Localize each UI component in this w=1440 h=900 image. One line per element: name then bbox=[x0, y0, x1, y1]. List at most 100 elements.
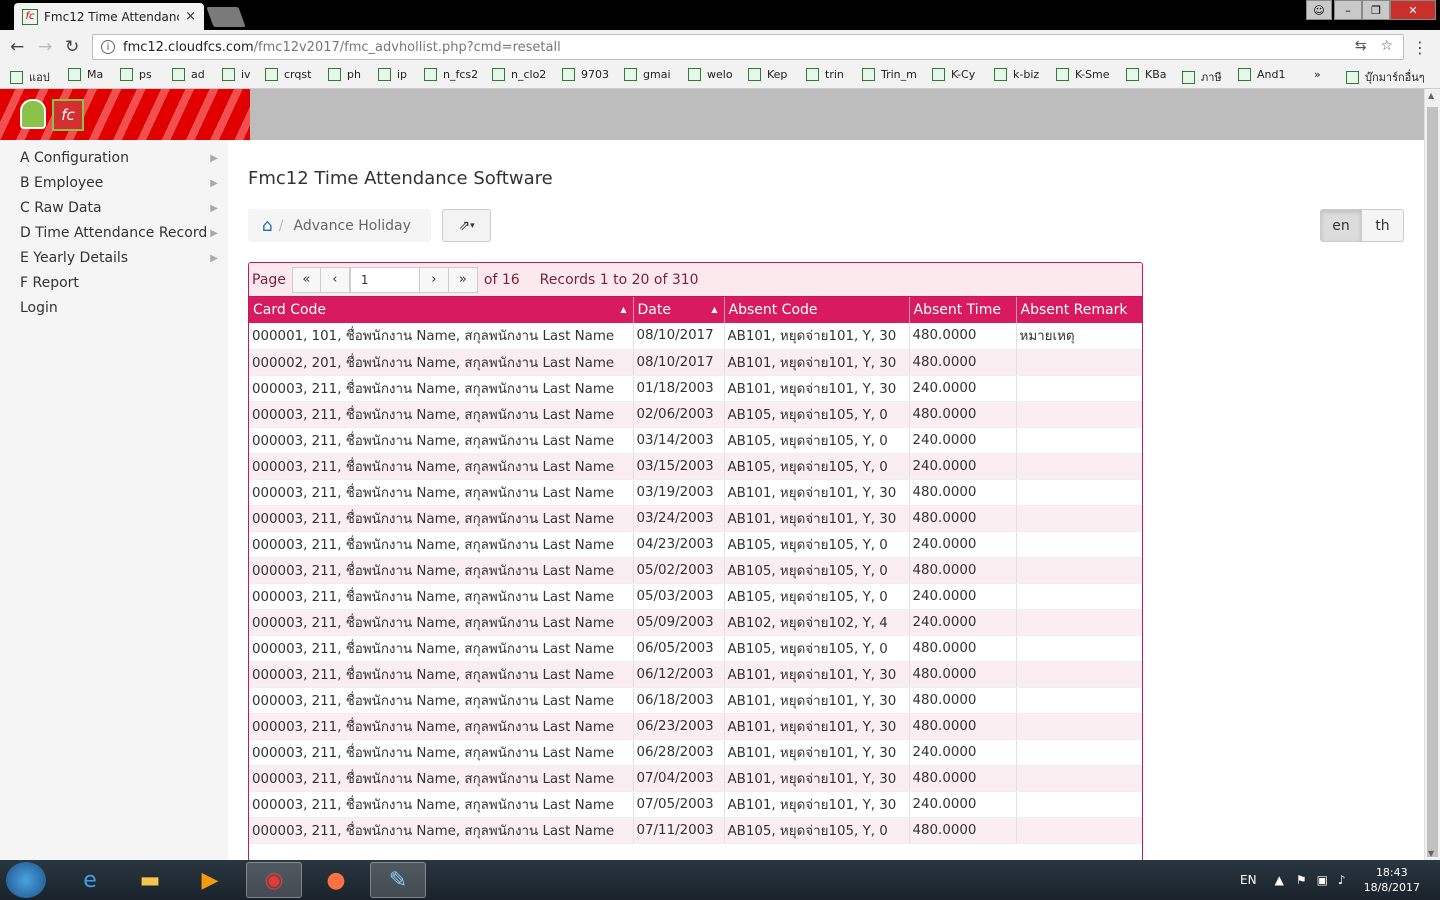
action-center-icon[interactable]: ⚑ bbox=[1296, 873, 1307, 887]
table-row[interactable]: 000001, 101, ชื่อพนักงาน Name, สกุลพนักง… bbox=[249, 323, 1142, 350]
reload-icon[interactable]: ↻ bbox=[65, 37, 79, 57]
bookmark-item[interactable]: n_clo2 bbox=[492, 68, 546, 81]
table-row[interactable]: 000003, 211, ชื่อพนักงาน Name, สกุลพนักง… bbox=[249, 531, 1142, 558]
scroll-down-icon[interactable]: ▼ bbox=[1428, 849, 1434, 858]
table-row[interactable]: 000003, 211, ชื่อพนักงาน Name, สกุลพนักง… bbox=[249, 427, 1142, 454]
next-page-button[interactable]: › bbox=[419, 266, 449, 293]
window-close-icon[interactable]: ✕ bbox=[1390, 0, 1436, 20]
table-row[interactable]: 000003, 211, ชื่อพนักงาน Name, สกุลพนักง… bbox=[249, 739, 1142, 766]
table-row[interactable]: 000003, 211, ชื่อพนักงาน Name, สกุลพนักง… bbox=[249, 401, 1142, 428]
table-row[interactable]: 000003, 211, ชื่อพนักงาน Name, สกุลพนักง… bbox=[249, 453, 1142, 480]
table-row[interactable]: 000003, 211, ชื่อพนักงาน Name, สกุลพนักง… bbox=[249, 505, 1142, 532]
internet-explorer-icon[interactable]: e bbox=[62, 862, 118, 898]
table-row[interactable]: 000003, 211, ชื่อพนักงาน Name, สกุลพนักง… bbox=[249, 375, 1142, 402]
bookmark-item[interactable]: welo bbox=[688, 68, 733, 81]
media-player-icon[interactable]: ▶ bbox=[182, 862, 238, 898]
bookmark-item[interactable]: Kep bbox=[748, 68, 787, 81]
page-scrollbar[interactable]: ▲ ▼ bbox=[1424, 89, 1440, 860]
sidebar-item-label: E Yearly Details bbox=[20, 250, 129, 266]
column-absent-time[interactable]: Absent Time bbox=[909, 297, 1017, 323]
scroll-up-icon[interactable]: ▲ bbox=[1428, 91, 1434, 100]
bookmark-item[interactable]: KBa bbox=[1126, 68, 1167, 81]
scroll-thumb[interactable] bbox=[1427, 107, 1438, 857]
bookmark-item[interactable]: ภาษี bbox=[1182, 68, 1222, 86]
bookmark-item[interactable]: ps bbox=[120, 68, 152, 81]
browser-menu-icon[interactable]: ⋮ bbox=[1412, 38, 1428, 57]
table-row[interactable]: 000003, 211, ชื่อพนักงาน Name, สกุลพนักง… bbox=[249, 713, 1142, 740]
forward-icon[interactable]: → bbox=[38, 37, 52, 57]
table-row[interactable]: 000003, 211, ชื่อพนักงาน Name, สกุลพนักง… bbox=[249, 635, 1142, 662]
site-info-icon[interactable]: i bbox=[101, 40, 115, 54]
input-language[interactable]: EN bbox=[1240, 873, 1257, 887]
url-input[interactable]: i fmc12.cloudfcs.com/fmc12v2017/fmc_advh… bbox=[92, 34, 1404, 60]
bookmark-item[interactable]: crqst bbox=[265, 68, 311, 81]
bookmark-item[interactable]: gmai bbox=[624, 68, 671, 81]
translate-icon[interactable]: ⇆ bbox=[1355, 38, 1367, 54]
bookmark-item[interactable]: And1 bbox=[1238, 68, 1285, 81]
table-row[interactable]: 000003, 211, ชื่อพนักงาน Name, สกุลพนักง… bbox=[249, 817, 1142, 844]
bookmark-item[interactable]: trin bbox=[806, 68, 844, 81]
table-cell: AB101, หยุดจ่าย101, Y, 30 bbox=[724, 375, 910, 402]
bookmark-item[interactable]: Trin_m bbox=[862, 68, 917, 81]
bookmark-item[interactable]: Ma bbox=[68, 68, 103, 81]
home-icon[interactable]: ⌂ bbox=[262, 216, 273, 236]
bookmark-item[interactable]: ip bbox=[378, 68, 407, 81]
bookmark-item[interactable]: n_fcs2 bbox=[424, 68, 478, 81]
bookmark-item[interactable]: k-biz bbox=[994, 68, 1039, 81]
sidebar-item-raw-data[interactable]: C Raw Data ▶ bbox=[20, 197, 220, 219]
tab-close-icon[interactable]: × bbox=[185, 9, 196, 24]
bookmark-item[interactable]: iv bbox=[222, 68, 251, 81]
network-icon[interactable]: ▣ bbox=[1317, 873, 1328, 887]
bookmark-item[interactable]: ad bbox=[172, 68, 205, 81]
tray-expand-icon[interactable]: ▲ bbox=[1275, 873, 1284, 887]
table-row[interactable]: 000003, 211, ชื่อพนักงาน Name, สกุลพนักง… bbox=[249, 661, 1142, 688]
column-card-code[interactable]: Card Code ▲ bbox=[249, 297, 634, 323]
bookmark-item[interactable]: ph bbox=[328, 68, 361, 81]
column-absent-code[interactable]: Absent Code bbox=[724, 297, 910, 323]
lang-th-button[interactable]: th bbox=[1362, 209, 1404, 242]
page-number-input[interactable]: 1 bbox=[349, 266, 420, 293]
table-row[interactable]: 000003, 211, ชื่อพนักงาน Name, สกุลพนักง… bbox=[249, 583, 1142, 610]
minimize-icon[interactable]: – bbox=[1334, 0, 1362, 20]
windows-start-icon[interactable] bbox=[6, 862, 46, 898]
firefox-icon[interactable]: ● bbox=[308, 862, 364, 898]
volume-icon[interactable]: ♪ bbox=[1338, 873, 1346, 887]
bookmark-item[interactable]: » bbox=[1314, 68, 1321, 81]
bookmark-star-icon[interactable]: ☆ bbox=[1380, 38, 1393, 54]
first-page-button[interactable]: « bbox=[291, 266, 321, 293]
table-row[interactable]: 000003, 211, ชื่อพนักงาน Name, สกุลพนักง… bbox=[249, 609, 1142, 636]
table-row[interactable]: 000003, 211, ชื่อพนักงาน Name, สกุลพนักง… bbox=[249, 765, 1142, 792]
bookmark-item[interactable]: K-Sme bbox=[1056, 68, 1110, 81]
bookmark-item[interactable]: แอป bbox=[10, 68, 50, 86]
table-row[interactable]: 000003, 211, ชื่อพนักงาน Name, สกุลพนักง… bbox=[249, 687, 1142, 714]
clock[interactable]: 18:43 18/8/2017 bbox=[1364, 865, 1420, 895]
user-icon[interactable]: ☺ bbox=[1306, 0, 1332, 20]
file-explorer-icon[interactable]: ▬ bbox=[122, 862, 178, 898]
column-date[interactable]: Date ▲ bbox=[633, 297, 725, 323]
lang-en-button[interactable]: en bbox=[1320, 209, 1362, 242]
table-row[interactable]: 000003, 211, ชื่อพนักงาน Name, สกุลพนักง… bbox=[249, 479, 1142, 506]
prev-page-button[interactable]: ‹ bbox=[320, 266, 350, 293]
new-tab-button[interactable] bbox=[206, 7, 246, 27]
sidebar-item-configuration[interactable]: A Configuration ▶ bbox=[20, 147, 220, 169]
table-row[interactable]: 000003, 211, ชื่อพนักงาน Name, สกุลพนักง… bbox=[249, 557, 1142, 584]
table-row[interactable]: 000002, 201, ชื่อพนักงาน Name, สกุลพนักง… bbox=[249, 349, 1142, 376]
column-absent-remark[interactable]: Absent Remark bbox=[1016, 297, 1142, 323]
sidebar-item-time-attendance-record[interactable]: D Time Attendance Record ▶ bbox=[20, 222, 220, 244]
last-page-button[interactable]: » bbox=[448, 266, 478, 293]
bookmark-item[interactable]: บุ๊กมาร์กอื่นๆ bbox=[1346, 68, 1425, 86]
back-icon[interactable]: ← bbox=[10, 37, 24, 57]
paint-icon[interactable]: ✎ bbox=[370, 862, 426, 898]
bookmark-item[interactable]: 9703 bbox=[562, 68, 609, 81]
sidebar-item-yearly-details[interactable]: E Yearly Details ▶ bbox=[20, 247, 220, 269]
bookmark-item[interactable]: K-Cy bbox=[932, 68, 975, 81]
browser-tab[interactable]: fc Fmc12 Time Attendance × bbox=[14, 3, 204, 30]
chrome-icon[interactable]: ◉ bbox=[246, 862, 302, 898]
table-row[interactable]: 000003, 211, ชื่อพนักงาน Name, สกุลพนักง… bbox=[249, 791, 1142, 818]
sidebar-item-employee[interactable]: B Employee ▶ bbox=[20, 172, 220, 194]
fc-logo-icon[interactable]: fc bbox=[52, 99, 84, 131]
sidebar-item-login[interactable]: Login bbox=[20, 297, 220, 319]
export-button[interactable]: ⇗ ▾ bbox=[442, 209, 491, 242]
restore-icon[interactable]: ❐ bbox=[1362, 0, 1390, 20]
sidebar-item-report[interactable]: F Report bbox=[20, 272, 220, 294]
